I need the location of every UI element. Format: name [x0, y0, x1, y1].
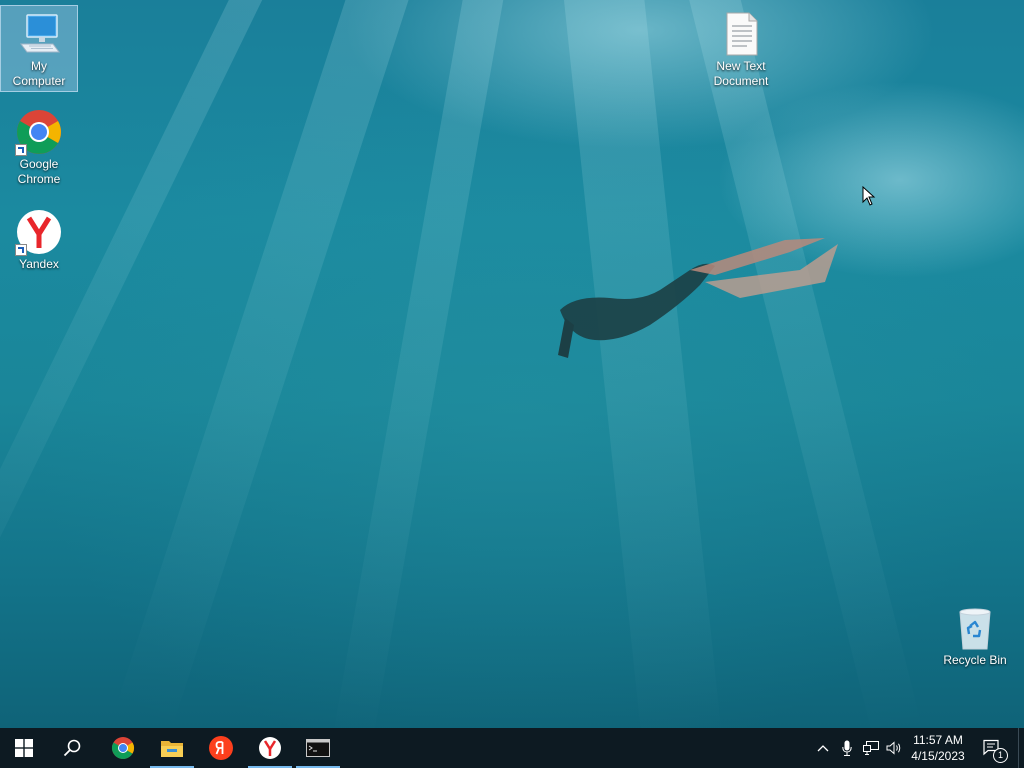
- chevron-up-icon: [817, 745, 829, 752]
- microphone-icon: [842, 740, 852, 756]
- desktop[interactable]: My Computer Google Chrome Yandex New Tex…: [0, 0, 1024, 728]
- yandex-icon: [209, 736, 233, 760]
- clock-time: 11:57 AM: [913, 733, 963, 747]
- action-center-button[interactable]: 1: [980, 728, 1008, 768]
- windows-start-icon: [15, 739, 33, 757]
- desktop-icon-my-computer[interactable]: My Computer: [0, 5, 78, 92]
- shortcut-arrow-icon: [15, 144, 27, 156]
- volume-icon: [886, 741, 901, 755]
- start-button[interactable]: [0, 728, 48, 768]
- desktop-icon-new-text-document[interactable]: New Text Document: [703, 6, 779, 91]
- text-document-icon: [717, 10, 765, 58]
- show-desktop-button[interactable]: [1018, 728, 1024, 768]
- shortcut-arrow-icon: [15, 244, 27, 256]
- wallpaper-swimmer: [558, 238, 838, 358]
- taskbar-clock[interactable]: 11:57 AM 4/15/2023: [904, 728, 972, 768]
- yandex-browser-icon: [259, 737, 281, 759]
- desktop-icon-google-chrome[interactable]: Google Chrome: [1, 104, 77, 189]
- yandex-browser-icon: [15, 208, 63, 256]
- notification-count-badge: 1: [993, 748, 1008, 763]
- desktop-icon-label: My Computer: [12, 59, 66, 88]
- taskbar-chrome-button[interactable]: [99, 728, 147, 768]
- search-button[interactable]: [48, 728, 96, 768]
- desktop-icon-label: Google Chrome: [17, 157, 61, 186]
- taskbar-yandex-browser-button[interactable]: [246, 728, 294, 768]
- clock-date: 4/15/2023: [911, 749, 965, 763]
- chrome-icon: [15, 108, 63, 156]
- file-explorer-icon: [161, 741, 183, 757]
- taskbar-yandex-button[interactable]: [197, 728, 245, 768]
- chrome-icon: [112, 737, 134, 759]
- desktop-icon-label: New Text Document: [713, 59, 769, 88]
- desktop-icon-label: Yandex: [19, 257, 59, 271]
- network-tray-button[interactable]: [859, 728, 883, 768]
- desktop-icon-yandex[interactable]: Yandex: [1, 204, 77, 274]
- volume-tray-button[interactable]: [882, 728, 906, 768]
- taskbar: 11:57 AM 4/15/2023 1: [0, 728, 1024, 768]
- desktop-icon-label: Recycle Bin: [943, 653, 1007, 667]
- search-icon: [63, 739, 81, 757]
- taskbar-file-explorer-button[interactable]: [148, 728, 196, 768]
- recycle-bin-icon: [951, 604, 999, 652]
- desktop-icon-recycle-bin[interactable]: Recycle Bin: [937, 600, 1013, 670]
- command-prompt-icon: [306, 739, 330, 757]
- taskbar-command-prompt-button[interactable]: [294, 728, 342, 768]
- show-hidden-icons-button[interactable]: [811, 728, 835, 768]
- microphone-tray-button[interactable]: [835, 728, 859, 768]
- mouse-cursor-icon: [862, 186, 876, 206]
- computer-icon: [15, 10, 63, 58]
- network-icon: [863, 741, 879, 755]
